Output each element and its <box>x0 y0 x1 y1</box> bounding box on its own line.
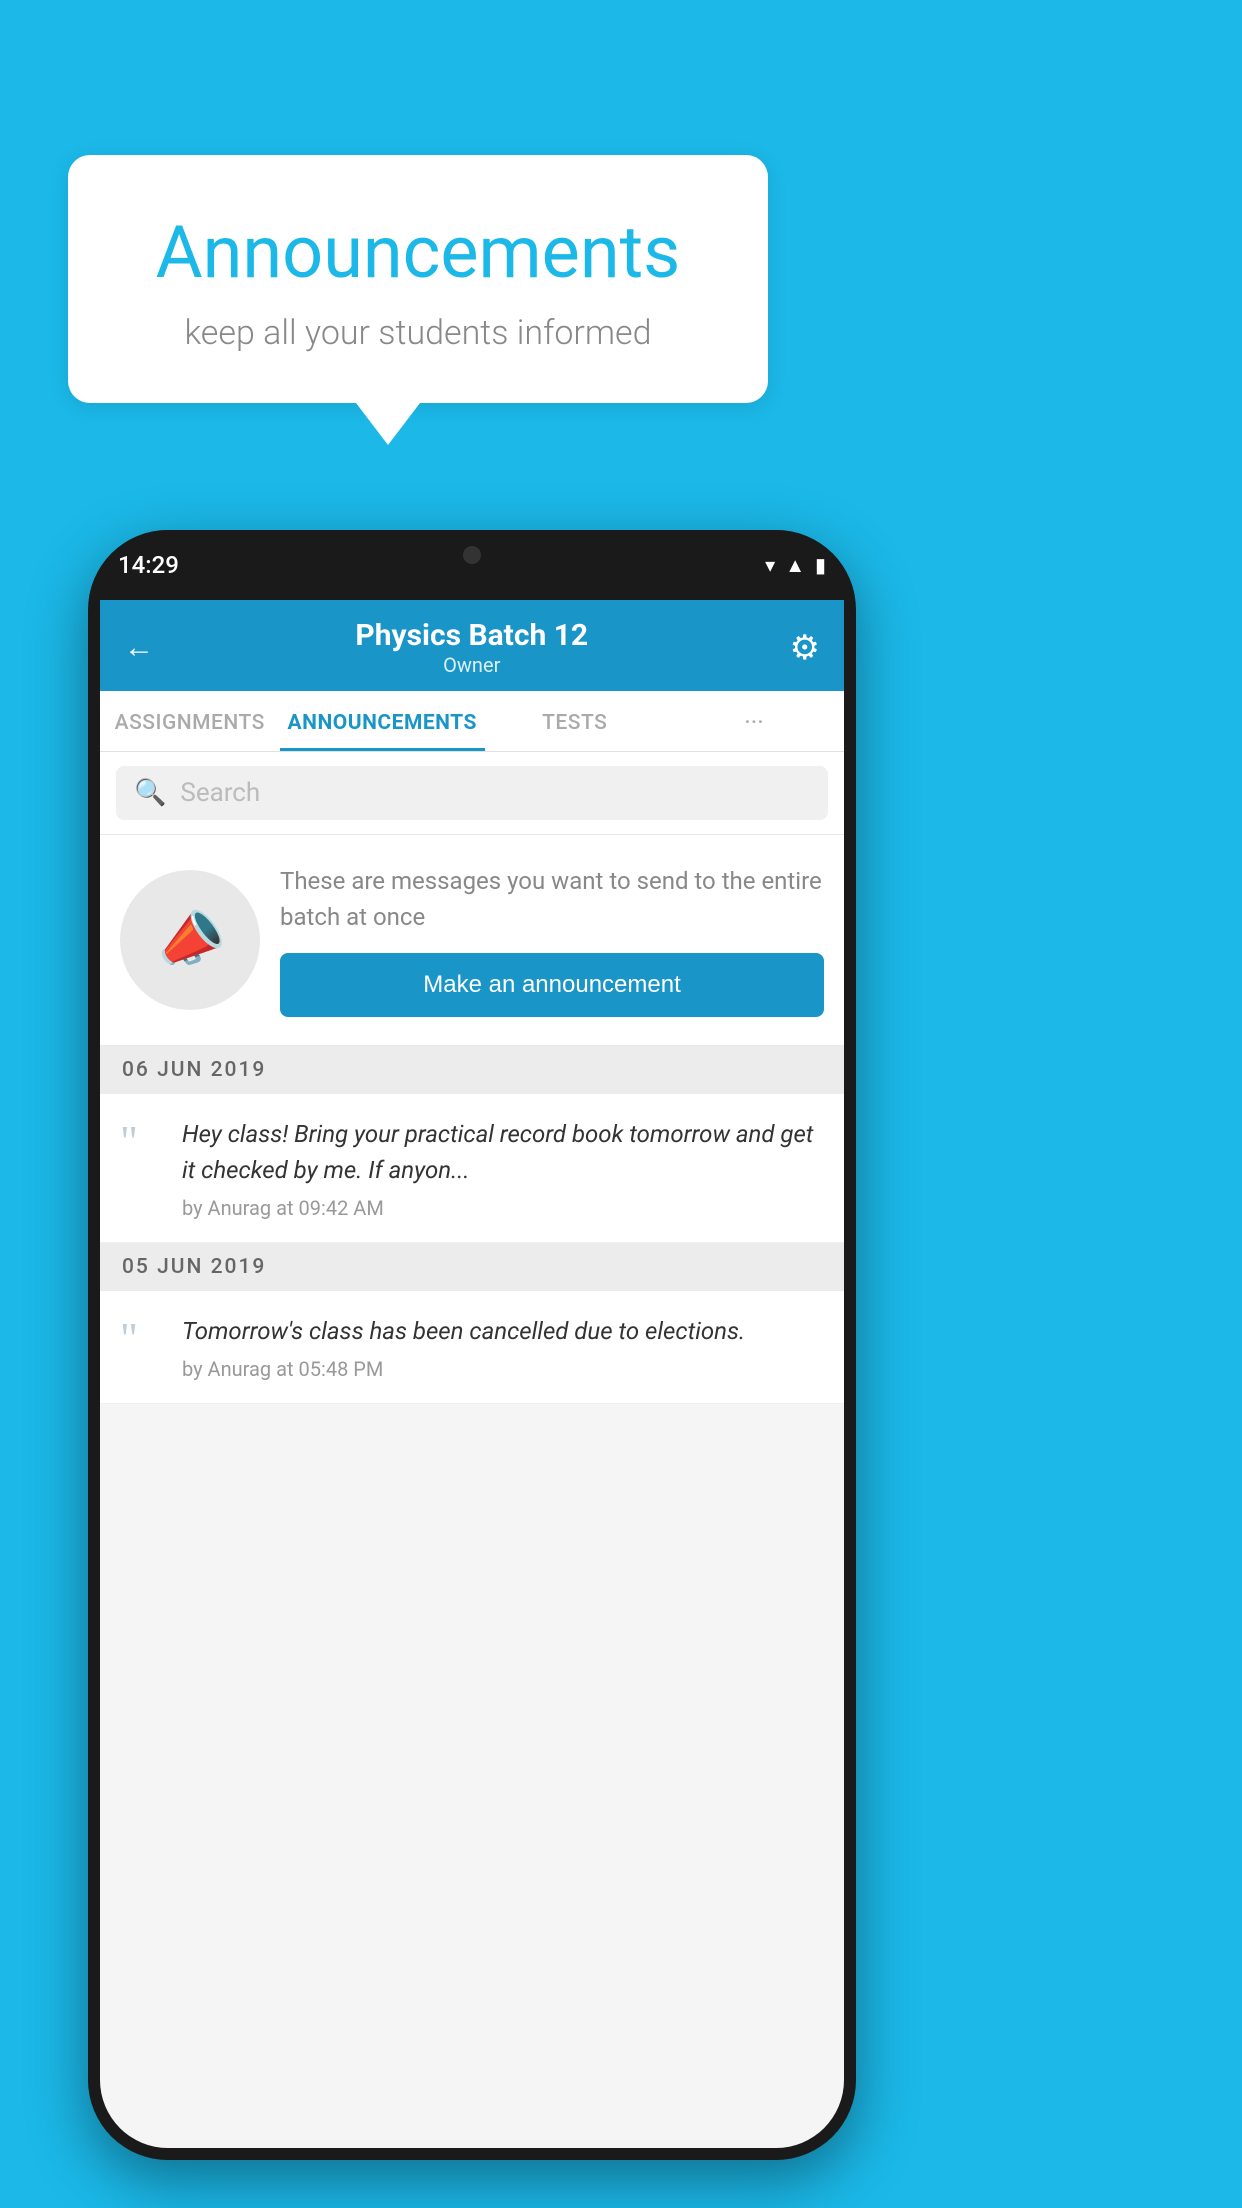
search-container: 🔍 Search <box>100 752 844 835</box>
announcement-text-1: Hey class! Bring your practical record b… <box>182 1116 824 1188</box>
status-icons: ▾ ▲ ▮ <box>765 553 826 578</box>
announcement-text-2: Tomorrow's class has been cancelled due … <box>182 1313 824 1349</box>
announcement-content-2: Tomorrow's class has been cancelled due … <box>182 1313 824 1381</box>
search-bar[interactable]: 🔍 Search <box>116 766 828 820</box>
speech-bubble-pointer <box>356 403 420 445</box>
settings-icon[interactable]: ⚙ <box>790 628 820 668</box>
battery-icon: ▮ <box>815 553 826 577</box>
announcement-item-2[interactable]: " Tomorrow's class has been cancelled du… <box>100 1291 844 1404</box>
date-divider-1: 06 JUN 2019 <box>100 1046 844 1094</box>
speech-bubble-title: Announcements <box>128 210 708 295</box>
phone-frame: 14:29 ▾ ▲ ▮ ← Physics Batch 12 Owner ⚙ A… <box>88 530 856 2160</box>
announcement-meta-2: by Anurag at 05:48 PM <box>182 1357 824 1381</box>
speech-bubble-subtitle: keep all your students informed <box>128 313 708 353</box>
signal-icon: ▲ <box>785 553 805 578</box>
promo-section: 📣 These are messages you want to send to… <box>100 835 844 1046</box>
status-time: 14:29 <box>118 551 179 579</box>
header-title: Physics Batch 12 <box>154 618 790 653</box>
phone-notch: 14:29 ▾ ▲ ▮ <box>88 530 856 600</box>
phone-screen: ← Physics Batch 12 Owner ⚙ ASSIGNMENTS A… <box>100 600 844 2148</box>
promo-content: These are messages you want to send to t… <box>280 863 824 1017</box>
quote-icon-1: " <box>120 1116 164 1220</box>
camera-dot <box>463 546 481 564</box>
search-icon: 🔍 <box>134 778 166 808</box>
make-announcement-button[interactable]: Make an announcement <box>280 953 824 1017</box>
back-button[interactable]: ← <box>124 630 154 665</box>
promo-description: These are messages you want to send to t… <box>280 863 824 935</box>
megaphone-icon: 📣 <box>148 899 232 981</box>
promo-icon-circle: 📣 <box>120 870 260 1010</box>
tab-more[interactable]: ··· <box>664 691 844 751</box>
notch-cutout <box>382 530 562 580</box>
speech-bubble: Announcements keep all your students inf… <box>68 155 768 403</box>
wifi-icon: ▾ <box>765 553 775 577</box>
speech-bubble-container: Announcements keep all your students inf… <box>68 155 768 445</box>
announcement-content-1: Hey class! Bring your practical record b… <box>182 1116 824 1220</box>
date-divider-2: 05 JUN 2019 <box>100 1243 844 1291</box>
header-center: Physics Batch 12 Owner <box>154 618 790 677</box>
quote-icon-2: " <box>120 1313 164 1381</box>
search-placeholder: Search <box>180 778 260 808</box>
app-header: ← Physics Batch 12 Owner ⚙ <box>100 600 844 691</box>
announcement-meta-1: by Anurag at 09:42 AM <box>182 1196 824 1220</box>
tabs-container: ASSIGNMENTS ANNOUNCEMENTS TESTS ··· <box>100 691 844 752</box>
tab-tests[interactable]: TESTS <box>485 691 665 751</box>
announcement-item-1[interactable]: " Hey class! Bring your practical record… <box>100 1094 844 1243</box>
header-subtitle: Owner <box>154 653 790 677</box>
tab-assignments[interactable]: ASSIGNMENTS <box>100 691 280 751</box>
tab-announcements[interactable]: ANNOUNCEMENTS <box>280 691 485 751</box>
